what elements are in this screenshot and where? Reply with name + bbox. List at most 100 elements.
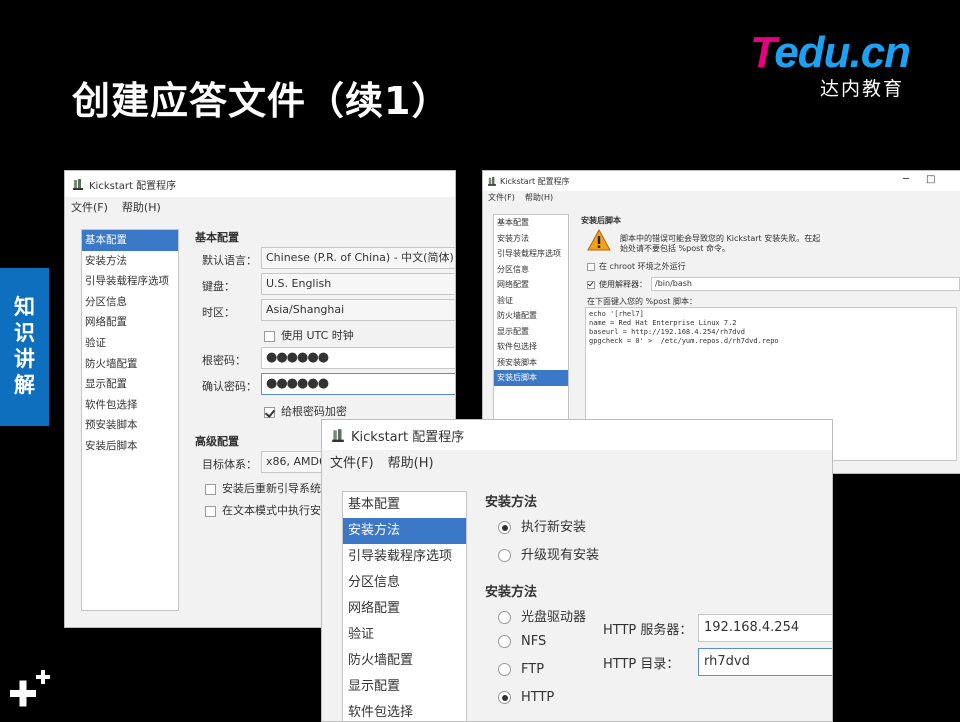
nav-item[interactable]: 网络配置	[82, 312, 178, 333]
nav-item[interactable]: 防火墙配置	[494, 308, 568, 324]
new-install-label: 执行新安装	[521, 520, 587, 535]
nav-item[interactable]: 防火墙配置	[82, 354, 178, 375]
side-tab-char: 识	[14, 321, 35, 345]
section-title-source: 安装方法	[485, 585, 538, 600]
menu-bar: 文件(F) 帮助(H)	[322, 450, 832, 472]
arch-label: 目标体系：	[202, 458, 257, 471]
language-label: 默认语言：	[202, 254, 257, 267]
nfs-label: NFS	[521, 634, 547, 649]
http-dir-label: HTTP 目录：	[603, 657, 680, 672]
menu-bar: 文件(F) 帮助(H)	[483, 191, 960, 203]
menu-help[interactable]: 帮助(H)	[122, 199, 161, 215]
interpreter-input[interactable]: /bin/bash	[651, 277, 960, 291]
nav-item[interactable]: 安装方法	[494, 231, 568, 247]
nav-item[interactable]: 防火墙配置	[343, 648, 466, 674]
chroot-label: 在 chroot 环境之外运行	[599, 262, 686, 271]
nav-item[interactable]: 软件包选择	[494, 339, 568, 355]
kickstart-app-icon	[332, 428, 344, 442]
reboot-row: 安装后重新引导系统	[205, 480, 321, 496]
http-server-input[interactable]: 192.168.4.254	[698, 614, 832, 642]
chroot-row: 在 chroot 环境之外运行	[587, 261, 686, 272]
root-password-input[interactable]: ●●●●●●	[261, 347, 455, 369]
upgrade-radio[interactable]	[498, 549, 511, 562]
nav-item[interactable]: 分区信息	[343, 570, 466, 596]
timezone-select[interactable]: Asia/Shanghai	[261, 299, 455, 321]
nav-item[interactable]: 预安装脚本	[494, 355, 568, 371]
utc-checkbox[interactable]	[264, 330, 275, 342]
script-line: baseurl = http://192.168.4.254/rh7dvd	[589, 328, 745, 336]
section-title-basic: 基本配置	[195, 231, 239, 244]
nav-item[interactable]: 安装后脚本	[82, 436, 178, 457]
http-row: HTTP	[498, 690, 554, 705]
nav-item[interactable]: 网络配置	[494, 277, 568, 293]
utc-label: 使用 UTC 时钟	[281, 329, 354, 342]
script-line: name = Red Hat Enterprise Linux 7.2	[589, 319, 737, 327]
menu-file[interactable]: 文件(F)	[488, 192, 515, 203]
menu-file[interactable]: 文件(F)	[71, 199, 108, 215]
nav-item[interactable]: 分区信息	[82, 292, 178, 313]
nav-item[interactable]: 软件包选择	[343, 700, 466, 721]
nav-item[interactable]: 安装后脚本	[494, 370, 568, 386]
interpreter-checkbox[interactable]	[587, 280, 595, 289]
interpreter-row: 使用解释器：	[587, 279, 647, 290]
nav-item[interactable]: 基本配置	[343, 492, 466, 518]
nav-item[interactable]: 分区信息	[494, 262, 568, 278]
title-bar: Kickstart 配置程序	[65, 171, 455, 197]
section-nav-list: 基本配置 安装方法 引导装载程序选项 分区信息 网络配置 验证 防火墙配置 显示配置 软件包选择…	[81, 229, 179, 611]
encrypt-label: 给根密码加密	[281, 405, 347, 418]
nav-item[interactable]: 基本配置	[82, 230, 178, 251]
http-server-label: HTTP 服务器：	[603, 623, 693, 638]
menu-file[interactable]: 文件(F)	[330, 452, 374, 471]
nav-item[interactable]: 显示配置	[82, 374, 178, 395]
nav-item[interactable]: 显示配置	[343, 674, 466, 700]
nav-item[interactable]: 预安装脚本	[82, 415, 178, 436]
cdrom-radio[interactable]	[498, 611, 511, 624]
minimize-icon[interactable]: ─	[903, 174, 909, 185]
maximize-icon[interactable]: □	[926, 174, 935, 185]
nav-item[interactable]: 验证	[82, 333, 178, 354]
nav-item[interactable]: 安装方法	[343, 518, 466, 544]
nfs-row: NFS	[498, 634, 546, 649]
confirm-password-input[interactable]: ●●●●●●	[261, 373, 455, 395]
logo-letter-t: T	[750, 28, 775, 77]
nav-item[interactable]: 显示配置	[494, 324, 568, 340]
cdrom-row: 光盘驱动器	[498, 606, 586, 625]
title-bar: Kickstart 配置程序	[322, 420, 832, 450]
keyboard-select[interactable]: U.S. English	[261, 273, 455, 295]
menu-help[interactable]: 帮助(H)	[388, 452, 434, 471]
section-title-post: 安装后脚本	[581, 216, 621, 225]
nav-item[interactable]: 引导装载程序选项	[343, 544, 466, 570]
reboot-label: 安装后重新引导系统	[222, 482, 321, 495]
new-install-radio[interactable]	[498, 521, 511, 534]
warning-icon	[587, 229, 611, 251]
encrypt-row: 给根密码加密	[264, 403, 347, 419]
chroot-checkbox[interactable]	[587, 262, 595, 271]
reboot-checkbox[interactable]	[205, 483, 216, 495]
confirm-password-label: 确认密码：	[202, 380, 257, 393]
side-tab-char: 讲	[14, 347, 35, 371]
script-line: gpgcheck = 0' > /etc/yum.repos.d/rh7dvd.…	[589, 337, 779, 345]
language-select[interactable]: Chinese (P.R. of China) - 中文(简体)	[261, 247, 455, 269]
timezone-label: 时区：	[202, 306, 235, 319]
ftp-row: FTP	[498, 662, 544, 677]
nfs-radio[interactable]	[498, 635, 511, 648]
nav-item[interactable]: 基本配置	[494, 215, 568, 231]
script-prompt: 在下面键入您的 %post 脚本：	[587, 297, 697, 306]
http-dir-input[interactable]: rh7dvd	[698, 648, 832, 676]
http-radio[interactable]	[498, 691, 511, 704]
menu-help[interactable]: 帮助(H)	[525, 192, 553, 203]
textmode-checkbox[interactable]	[205, 505, 216, 517]
nav-item[interactable]: 验证	[494, 293, 568, 309]
nav-item[interactable]: 引导装载程序选项	[82, 271, 178, 292]
nav-item[interactable]: 验证	[343, 622, 466, 648]
textmode-label: 在文本模式中执行安装	[222, 504, 332, 517]
nav-item[interactable]: 安装方法	[82, 251, 178, 272]
nav-item[interactable]: 软件包选择	[82, 395, 178, 416]
ftp-radio[interactable]	[498, 663, 511, 676]
tedu-logo: Tedu.cn 达内教育	[750, 28, 930, 100]
nav-item[interactable]: 网络配置	[343, 596, 466, 622]
nav-item[interactable]: 引导装载程序选项	[494, 246, 568, 262]
warning-line-2: 始处请不要包括 %post 命令。	[620, 244, 730, 253]
encrypt-checkbox[interactable]	[264, 406, 275, 418]
side-tab-char: 解	[14, 373, 35, 397]
